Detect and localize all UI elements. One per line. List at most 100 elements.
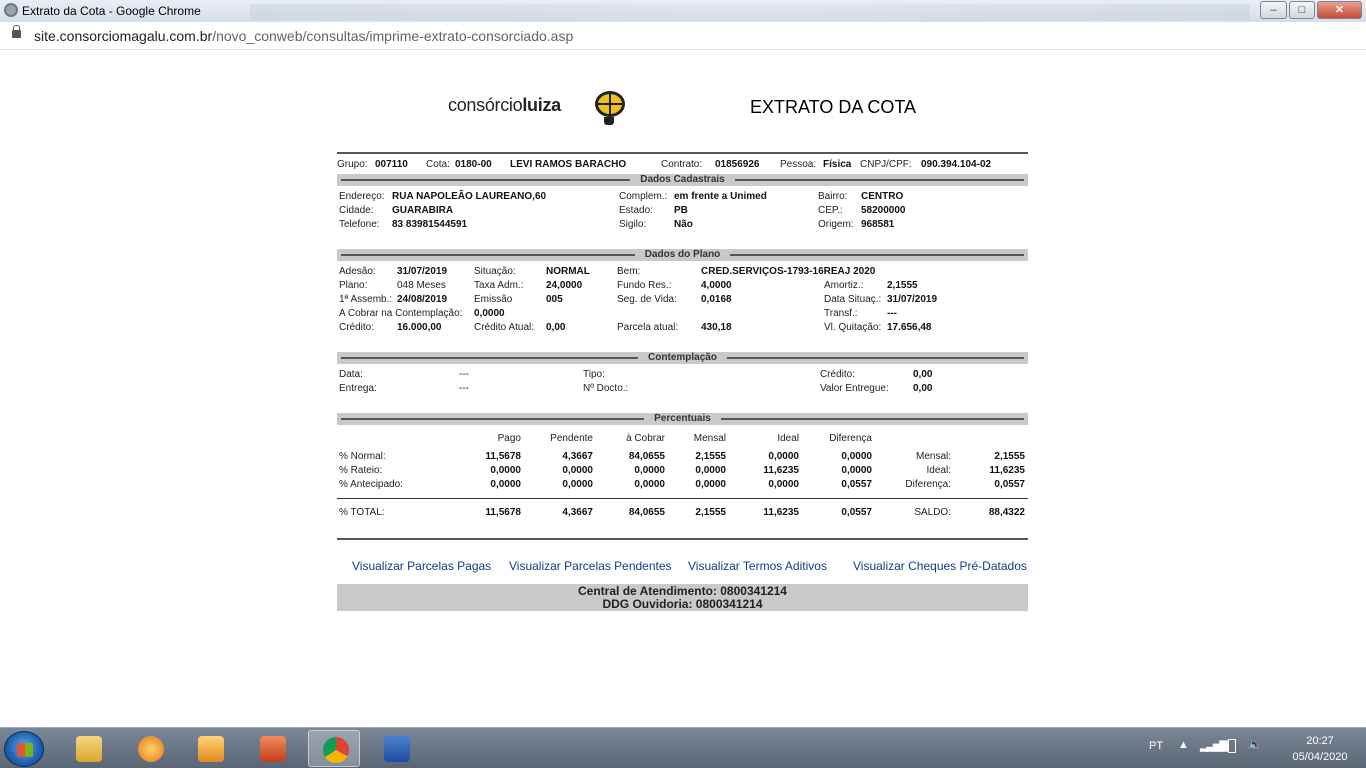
divider xyxy=(337,538,1028,540)
clock[interactable]: 20:27 05/04/2020 xyxy=(1290,733,1350,765)
cpf-label: CNPJ/CPF: xyxy=(860,159,912,170)
maximize-button[interactable]: □ xyxy=(1289,1,1315,19)
lightbulb-icon xyxy=(595,91,625,117)
link-parcelas-pendentes[interactable]: Visualizar Parcelas Pendentes xyxy=(509,559,672,573)
row-label: % Normal: xyxy=(339,451,386,462)
language-indicator[interactable]: PT xyxy=(1149,740,1163,752)
minimize-button[interactable]: – xyxy=(1260,1,1287,19)
cpf-value: 090.394.104-02 xyxy=(921,159,992,170)
cota-label: Cota: xyxy=(426,159,450,170)
url-text[interactable]: site.consorciomagalu.com.br/novo_conweb/… xyxy=(34,28,573,44)
contemp-docto-label: Nº Docto.: xyxy=(583,383,629,394)
col-header: Ideal xyxy=(777,433,799,444)
helm-icon xyxy=(138,736,164,762)
contact-footer: Central de Atendimento: 0800341214 DDG O… xyxy=(337,584,1028,611)
section-title: Percentuais xyxy=(644,413,721,424)
plano-value: 048 Meses xyxy=(397,280,446,291)
taskbar-explorer[interactable] xyxy=(62,730,114,767)
word-icon xyxy=(384,736,410,762)
datasit-label: Data Situaç.: xyxy=(824,294,882,305)
bem-label: Bem: xyxy=(617,266,641,277)
logo-text-bold: luiza xyxy=(522,95,561,115)
pessoa-value: Física xyxy=(823,159,852,170)
cell-value: 0,0000 xyxy=(562,465,593,476)
section-title: Contemplação xyxy=(638,352,727,363)
estado-value: PB xyxy=(674,205,688,216)
consorcio-luiza-logo: consórcioluiza xyxy=(448,89,638,129)
sigilo-label: Sigilo: xyxy=(619,219,647,230)
contemp-data-label: Data: xyxy=(339,369,363,380)
window-title: Extrato da Cota - Google Chrome xyxy=(22,4,201,18)
plano-label: Plano: xyxy=(339,280,368,291)
side-value: 2,1555 xyxy=(994,451,1025,462)
section-title: Dados do Plano xyxy=(634,249,731,260)
cell-value: 0,0000 xyxy=(841,451,872,462)
taskbar-app-orange[interactable] xyxy=(124,730,176,767)
url-host: site.consorciomagalu.com.br xyxy=(34,28,213,44)
total-divider xyxy=(337,498,1028,499)
lock-icon xyxy=(12,25,21,38)
lightbulb-base-icon xyxy=(604,117,614,125)
total-value: 4,3667 xyxy=(562,507,593,518)
credatual-value: 0,00 xyxy=(546,322,566,333)
section-contemplacao: Contemplação xyxy=(337,352,1028,364)
taxa-value: 24,0000 xyxy=(546,280,583,291)
credito-value: 16.000,00 xyxy=(397,322,442,333)
vlquit-label: Vl. Quitação: xyxy=(824,322,882,333)
divider xyxy=(337,152,1028,154)
link-cheques-pre-datados[interactable]: Visualizar Cheques Pré-Datados xyxy=(853,559,1027,573)
cidade-label: Cidade: xyxy=(339,205,374,216)
link-parcelas-pagas[interactable]: Visualizar Parcelas Pagas xyxy=(352,559,491,573)
taskbar-powerpoint[interactable] xyxy=(246,730,298,767)
tray-arrow-icon[interactable]: ▲ xyxy=(1178,739,1189,751)
cep-label: CEP.: xyxy=(818,205,843,216)
logo-text-prefix: consórcio xyxy=(448,95,523,115)
telefone-label: Telefone: xyxy=(339,219,380,230)
section-percentuais: Percentuais xyxy=(337,413,1028,425)
cell-value: 11,6235 xyxy=(763,465,799,476)
amortiz-value: 2,1555 xyxy=(887,280,918,291)
cep-value: 58200000 xyxy=(861,205,906,216)
cidade-value: GUARABIRA xyxy=(392,205,454,216)
cota-value: 0180-00 xyxy=(455,159,492,170)
adesao-label: Adesão: xyxy=(339,266,376,277)
volume-icon[interactable]: 🔈 xyxy=(1248,738,1262,751)
ouvidoria: DDG Ouvidoria: 0800341214 xyxy=(602,597,763,611)
page-content: consórcioluiza EXTRATO DA COTA Grupo: 00… xyxy=(0,51,1366,727)
fundo-value: 4,0000 xyxy=(701,280,732,291)
total-value: 11,6235 xyxy=(763,507,799,518)
cell-value: 4,3667 xyxy=(562,451,593,462)
side-value: 11,6235 xyxy=(989,465,1025,476)
cell-value: 11,5678 xyxy=(485,451,521,462)
amortiz-label: Amortiz.: xyxy=(824,280,864,291)
telefone-value: 83 83981544591 xyxy=(392,219,468,230)
total-label: % TOTAL: xyxy=(339,507,385,518)
acobrar-label: A Cobrar na Contemplação: xyxy=(339,308,463,319)
origem-value: 968581 xyxy=(861,219,895,230)
section-dados-cadastrais: Dados Cadastrais xyxy=(337,174,1028,186)
taskbar-media-player[interactable] xyxy=(184,730,236,767)
total-value: 2,1555 xyxy=(695,507,726,518)
contemp-data-value: --- xyxy=(459,369,469,380)
start-button[interactable] xyxy=(4,731,44,767)
side-label: Ideal: xyxy=(926,465,951,476)
cell-value: 0,0000 xyxy=(841,465,872,476)
segvida-value: 0,0168 xyxy=(701,294,732,305)
taskbar-chrome[interactable] xyxy=(308,730,360,767)
battery-icon[interactable] xyxy=(1228,739,1236,753)
taskbar-word[interactable] xyxy=(370,730,422,767)
saldo-label: SALDO: xyxy=(914,507,951,518)
close-button[interactable]: ✕ xyxy=(1317,1,1362,19)
contemp-credito-label: Crédito: xyxy=(820,369,856,380)
link-termos-aditivos[interactable]: Visualizar Termos Aditivos xyxy=(688,559,827,573)
parcela-label: Parcela atual: xyxy=(617,322,679,333)
credito-label: Crédito: xyxy=(339,322,375,333)
folder-icon xyxy=(76,736,102,762)
address-bar[interactable]: site.consorciomagalu.com.br/novo_conweb/… xyxy=(0,22,1366,50)
signal-icon[interactable]: ▂▃▅▇ xyxy=(1200,739,1228,752)
credatual-label: Crédito Atual: xyxy=(474,322,535,333)
fundo-label: Fundo Res.: xyxy=(617,280,672,291)
endereco-label: Endereço: xyxy=(339,191,385,202)
cell-value: 0,0000 xyxy=(490,479,521,490)
complem-value: em frente a Unimed xyxy=(674,191,767,202)
